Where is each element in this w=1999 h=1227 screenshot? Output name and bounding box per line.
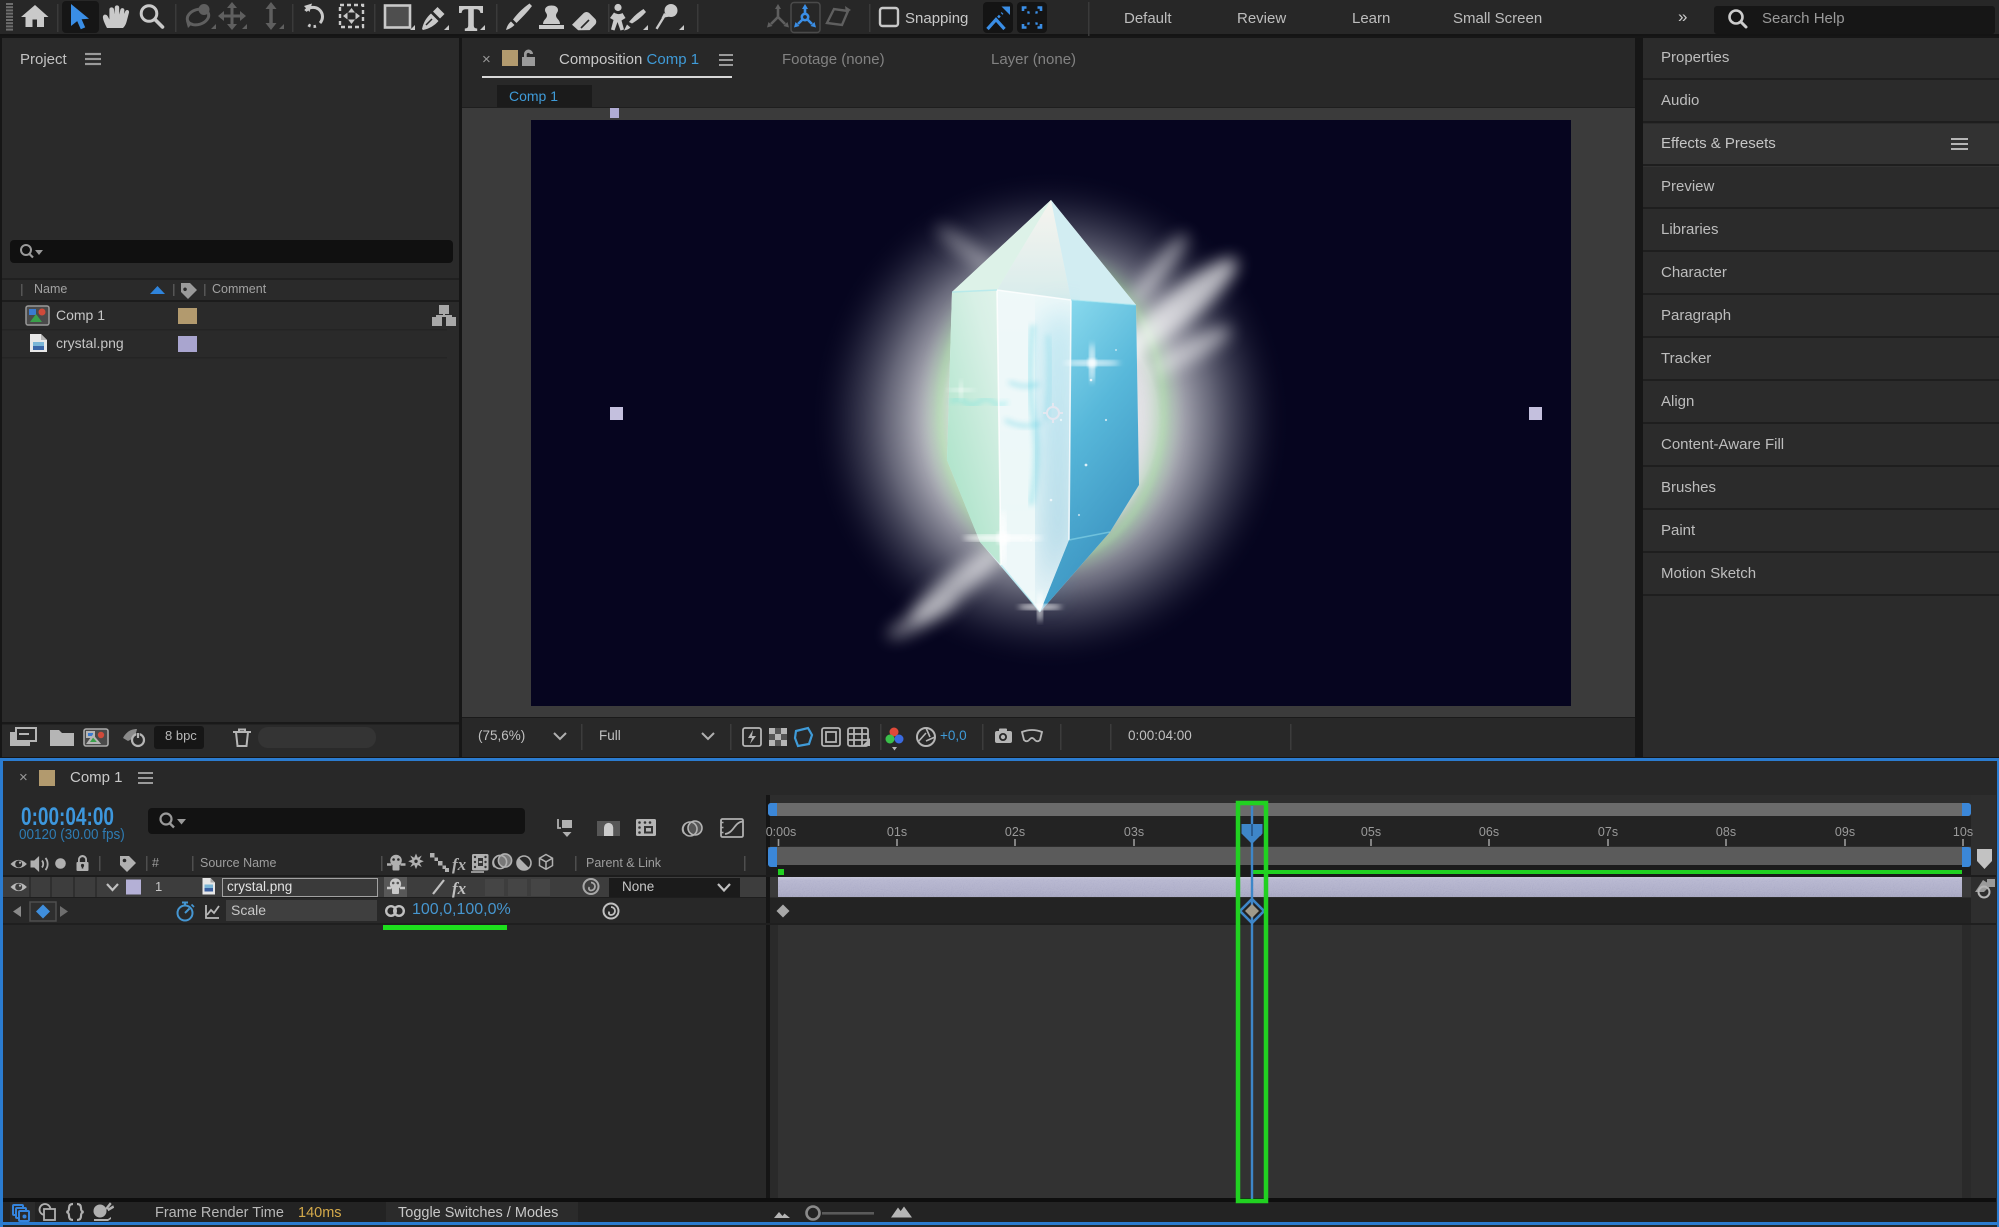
svg-text:08s: 08s — [1716, 825, 1736, 839]
svg-text:fx: fx — [452, 855, 467, 874]
svg-text:01s: 01s — [887, 825, 907, 839]
svg-text:05s: 05s — [1361, 825, 1381, 839]
svg-text:09s: 09s — [1835, 825, 1855, 839]
svg-text:fx: fx — [452, 879, 467, 898]
svg-text:03s: 03s — [1124, 825, 1144, 839]
svg-text:02s: 02s — [1005, 825, 1025, 839]
svg-text:0:00s: 0:00s — [766, 825, 797, 839]
svg-text:07s: 07s — [1598, 825, 1618, 839]
svg-text:10s: 10s — [1953, 825, 1973, 839]
svg-text:06s: 06s — [1479, 825, 1499, 839]
